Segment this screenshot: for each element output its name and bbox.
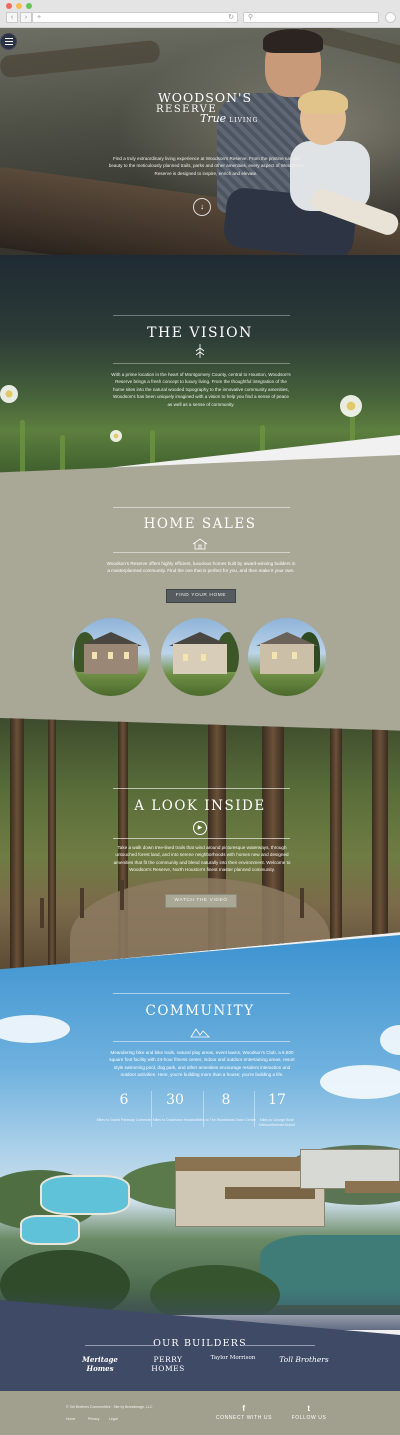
minimize-window-icon[interactable] [16,3,22,9]
divider [113,788,290,789]
play-icon[interactable]: ▶ [193,821,207,835]
browser-menu-button[interactable] [385,12,396,23]
facebook-icon: f [242,1404,246,1413]
connect-with-us-link[interactable]: f CONNECT WITH US [214,1404,274,1421]
stat-label: Miles to George Bush Intercontinental Ai… [259,1118,295,1127]
footer-link-legal[interactable]: Legal [109,1417,118,1421]
find-your-home-button[interactable]: FIND YOUR HOME [166,589,236,603]
browser-search-input[interactable]: ⚲ [243,12,379,23]
divider [113,838,290,839]
back-button[interactable]: ‹ [6,12,18,23]
hero-section: WOODSON'S RESERVE True LIVING Find a trul… [0,28,400,290]
home-sales-section: HOME SALES Woodson's Reserve offers high… [0,455,400,745]
builders-title: OUR BUILDERS [153,1338,247,1349]
divider [113,993,290,994]
home-photo-1[interactable] [72,618,150,696]
copyright-text: © Toll Brothers Communities · Site by Br… [66,1405,153,1409]
daisy-flower [0,385,18,403]
divider [113,363,290,364]
tree-branch [0,39,161,79]
window-controls [6,3,32,9]
forward-button[interactable]: › [20,12,32,23]
divider [245,1345,315,1346]
close-window-icon[interactable] [6,3,12,9]
look-inside-title: A LOOK INSIDE [134,798,266,814]
builder-logo-meritage[interactable]: Meritage Homes [80,1355,120,1373]
divider [113,315,290,316]
mountains-icon [190,1025,210,1038]
home-sales-title: HOME SALES [143,516,257,532]
daisy-flower [110,430,122,442]
divider [113,1041,290,1042]
home-photo-3[interactable] [248,618,326,696]
community-title: COMMUNITY [145,1003,255,1019]
look-inside-body: Take a walk down tree-lined trails that … [113,845,291,873]
home-sales-body: Woodson's Reserve offers highly efficien… [106,561,296,574]
scroll-down-icon[interactable]: ↓ [193,198,211,216]
divider [113,552,290,553]
look-inside-section: A LOOK INSIDE ▶ Take a walk down tree-li… [0,718,400,970]
follow-label: FOLLOW US [291,1415,327,1421]
new-tab-icon: + [37,14,42,21]
wheat-icon [192,343,208,359]
lazy-river [20,1215,80,1245]
resort-pool [40,1175,130,1215]
refresh-icon[interactable]: ↻ [228,13,234,22]
site-logo[interactable]: WOODSON'S RESERVE True LIVING [138,90,272,125]
watch-video-button[interactable]: WATCH THE VIDEO [165,894,237,908]
divider [113,507,290,508]
vision-title: THE VISION [147,325,253,341]
browser-chrome: ‹ › + ↻ ⚲ [0,0,400,28]
vision-section: THE VISION With a prime location in the … [0,255,400,480]
logo-tagline: True LIVING [200,112,259,125]
follow-us-link[interactable]: t FOLLOW US [286,1404,332,1421]
builder-logo-perry[interactable]: PERRY HOMES [148,1355,188,1373]
logo-line1: WOODSON'S [157,90,253,105]
builder-logo-toll-brothers[interactable]: Toll Brothers [276,1355,332,1364]
connect-label: CONNECT WITH US [215,1415,273,1421]
daisy-flower [340,395,362,417]
twitter-icon: t [307,1404,311,1413]
footer-link-home[interactable]: Home [66,1417,75,1421]
community-body: Meandering hike and bike trails, natural… [109,1050,295,1078]
hamburger-menu-button[interactable] [0,33,17,50]
stat-number: 17 [268,1092,286,1108]
builder-logo-taylor-morrison[interactable]: Taylor Morrison [208,1355,258,1361]
search-icon: ⚲ [248,14,254,21]
house-icon [192,537,208,550]
community-section: COMMUNITY Meandering hike and bike trail… [0,935,400,1315]
footer [0,1391,400,1435]
hero-intro: Find a truly extraordinary living experi… [108,156,304,176]
address-bar[interactable]: + ↻ [32,12,238,23]
home-photo-2[interactable] [161,618,239,696]
vision-body: With a prime location in the heart of Mo… [111,372,291,407]
footer-link-privacy[interactable]: Privacy [88,1417,99,1421]
maximize-window-icon[interactable] [26,3,32,9]
